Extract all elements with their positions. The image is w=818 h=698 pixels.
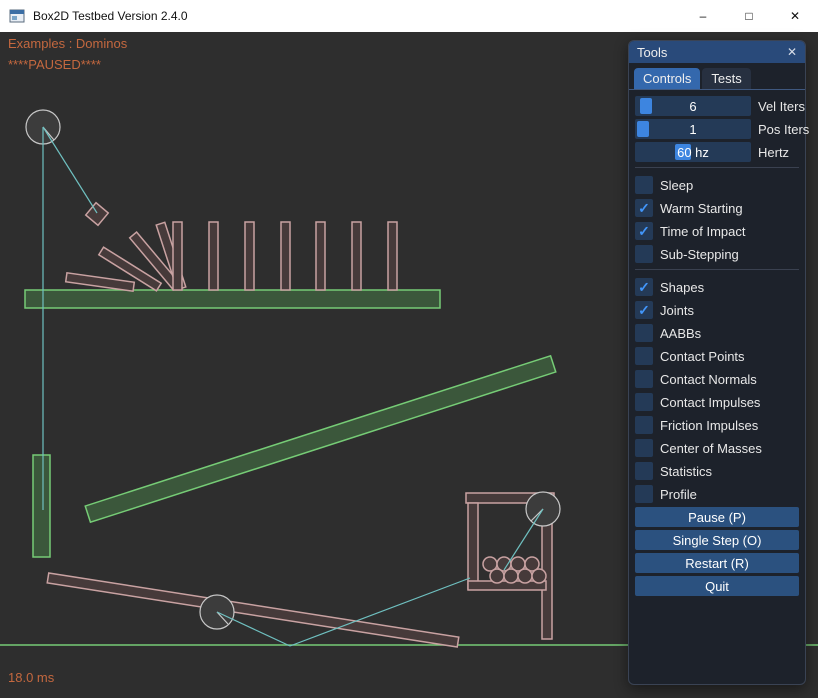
- checkbox-box[interactable]: ✓: [635, 278, 653, 296]
- app-icon: [9, 8, 25, 24]
- domino[interactable]: [388, 222, 397, 290]
- pos-iters-row: 1 Pos Iters: [635, 119, 799, 139]
- checkbox-box[interactable]: ✓: [635, 370, 653, 388]
- checkbox-shapes[interactable]: ✓ Shapes: [635, 277, 799, 297]
- checkbox-box[interactable]: ✓: [635, 416, 653, 434]
- maximize-button[interactable]: □: [726, 0, 772, 32]
- checkbox-box[interactable]: ✓: [635, 301, 653, 319]
- checkbox-contact-impulses[interactable]: ✓ Contact Impulses: [635, 392, 799, 412]
- check-icon: ✓: [638, 280, 650, 294]
- checkbox-box[interactable]: ✓: [635, 462, 653, 480]
- pos-iters-slider[interactable]: 1: [635, 119, 751, 139]
- checkbox-contact-normals[interactable]: ✓ Contact Normals: [635, 369, 799, 389]
- checkbox-box[interactable]: ✓: [635, 347, 653, 365]
- vel-iters-slider[interactable]: 6: [635, 96, 751, 116]
- os-titlebar[interactable]: Box2D Testbed Version 2.4.0 – □ ✕: [0, 0, 818, 32]
- domino[interactable]: [66, 273, 135, 291]
- checkbox-aabbs[interactable]: ✓ AABBs: [635, 323, 799, 343]
- dynamic-bodies[interactable]: [47, 203, 554, 647]
- vertical-plank: [33, 455, 50, 557]
- checkbox-time-of-impact[interactable]: ✓ Time of Impact: [635, 221, 799, 241]
- hertz-slider[interactable]: 60 hz: [635, 142, 751, 162]
- domino[interactable]: [352, 222, 361, 290]
- ball[interactable]: [518, 569, 532, 583]
- checkbox-profile[interactable]: ✓ Profile: [635, 484, 799, 504]
- pos-iters-label: Pos Iters: [758, 122, 809, 137]
- checkbox-sub-stepping[interactable]: ✓ Sub-Stepping: [635, 244, 799, 264]
- checkbox-box[interactable]: ✓: [635, 222, 653, 240]
- checkbox-box[interactable]: ✓: [635, 439, 653, 457]
- joint-line: [43, 127, 97, 213]
- close-button[interactable]: ✕: [772, 0, 818, 32]
- window-title: Box2D Testbed Version 2.4.0: [33, 9, 188, 23]
- check-icon: ✓: [638, 224, 650, 238]
- ball[interactable]: [490, 569, 504, 583]
- checkbox-box[interactable]: ✓: [635, 176, 653, 194]
- domino-platform: [25, 290, 440, 308]
- checkbox-warm-starting[interactable]: ✓ Warm Starting: [635, 198, 799, 218]
- separator: [635, 167, 799, 168]
- vel-iters-row: 6 Vel Iters: [635, 96, 799, 116]
- checkbox-box[interactable]: ✓: [635, 324, 653, 342]
- domino[interactable]: [209, 222, 218, 290]
- checkbox-center-of-masses[interactable]: ✓ Center of Masses: [635, 438, 799, 458]
- vel-iters-label: Vel Iters: [758, 99, 805, 114]
- tab-tests[interactable]: Tests: [702, 68, 750, 89]
- tab-controls[interactable]: Controls: [634, 68, 700, 89]
- minimize-button[interactable]: –: [680, 0, 726, 32]
- panel-close-icon[interactable]: ✕: [787, 46, 797, 58]
- tools-panel-titlebar[interactable]: Tools ✕: [629, 41, 805, 63]
- checkbox-sleep[interactable]: ✓ Sleep: [635, 175, 799, 195]
- checkbox-friction-impulses[interactable]: ✓ Friction Impulses: [635, 415, 799, 435]
- checkbox-contact-points[interactable]: ✓ Contact Points: [635, 346, 799, 366]
- checkbox-joints[interactable]: ✓ Joints: [635, 300, 799, 320]
- domino[interactable]: [281, 222, 290, 290]
- domino[interactable]: [173, 222, 182, 290]
- example-label: Examples : Dominos: [8, 36, 127, 51]
- quit-button[interactable]: Quit: [635, 576, 799, 596]
- checkbox-box[interactable]: ✓: [635, 485, 653, 503]
- domino[interactable]: [245, 222, 254, 290]
- hertz-row: 60 hz Hertz: [635, 142, 799, 162]
- tools-tabbar: Controls Tests: [629, 63, 805, 90]
- separator: [635, 269, 799, 270]
- pause-button[interactable]: Pause (P): [635, 507, 799, 527]
- tools-panel-title: Tools: [637, 45, 667, 60]
- hertz-label: Hertz: [758, 145, 789, 160]
- ball[interactable]: [532, 569, 546, 583]
- ball[interactable]: [504, 569, 518, 583]
- seesaw-plank[interactable]: [47, 573, 459, 647]
- checkbox-box[interactable]: ✓: [635, 245, 653, 263]
- single-step-button[interactable]: Single Step (O): [635, 530, 799, 550]
- check-icon: ✓: [638, 303, 650, 317]
- check-icon: ✓: [638, 201, 650, 215]
- tools-panel-body: 6 Vel Iters 1 Pos Iters 60 hz Hertz ✓ Sl…: [629, 90, 805, 596]
- frame-left-plank[interactable]: [468, 503, 478, 589]
- checkbox-statistics[interactable]: ✓ Statistics: [635, 461, 799, 481]
- frame-time-label: 18.0 ms: [8, 670, 54, 685]
- restart-button[interactable]: Restart (R): [635, 553, 799, 573]
- paused-label: ****PAUSED****: [8, 57, 101, 72]
- domino[interactable]: [316, 222, 325, 290]
- checkbox-box[interactable]: ✓: [635, 199, 653, 217]
- circle-bodies[interactable]: [26, 110, 560, 629]
- tools-panel: Tools ✕ Controls Tests 6 Vel Iters 1 Pos…: [628, 40, 806, 685]
- pendulum-box[interactable]: [86, 203, 109, 226]
- window-controls: – □ ✕: [680, 0, 818, 32]
- checkbox-box[interactable]: ✓: [635, 393, 653, 411]
